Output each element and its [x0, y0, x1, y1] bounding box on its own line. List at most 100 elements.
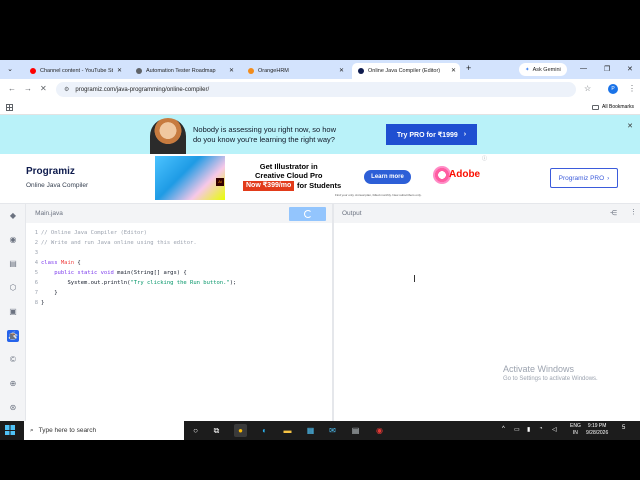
task-view-icon[interactable]: ⧉ [210, 424, 223, 437]
activate-windows-subtitle: Go to Settings to activate Windows. [503, 376, 598, 382]
edge-icon[interactable]: ◐ [258, 424, 271, 437]
code-token: ); [229, 280, 237, 286]
output-label: Output [342, 210, 362, 217]
promo-text: Nobody is assessing you right now, so ho… [193, 125, 363, 145]
code-line: 4 class Main { [26, 258, 81, 268]
browser-window: ⌄ Channel content - YouTube St ✕ Automat… [0, 60, 640, 421]
javascript-icon[interactable]: ▣ [7, 306, 19, 318]
code-line: 8} [26, 298, 45, 308]
learn-more-button[interactable]: Learn more [364, 170, 411, 184]
tab-java-compiler[interactable]: Online Java Compiler (Editor) ✕ [352, 63, 460, 79]
minimize-icon[interactable]: — [580, 65, 587, 72]
line-number: 3 [34, 250, 38, 256]
code-token: public static void [54, 270, 118, 276]
close-icon[interactable]: ✕ [451, 67, 456, 74]
r-lang-icon[interactable]: ◉ [7, 234, 19, 246]
output-toolbar: Output ⋲ ⋮ [334, 204, 640, 223]
ad-headline: Get Illustrator in Creative Cloud Pro [255, 162, 323, 180]
language-indicator[interactable]: ENG IN [570, 423, 581, 437]
network-icon[interactable]: ▭ [514, 426, 520, 433]
volume-icon[interactable]: ◁ [552, 426, 557, 433]
tab-title: Channel content - YouTube St [40, 68, 114, 74]
line-number: 2 [34, 240, 38, 246]
close-icon[interactable]: ✕ [229, 67, 234, 74]
sql-icon[interactable]: ▤ [7, 258, 19, 270]
site-info-icon[interactable]: ⚙ [64, 86, 69, 93]
try-pro-button[interactable]: Try PRO for ₹1999 › [386, 124, 477, 145]
line-number: 8 [34, 300, 38, 306]
mail-icon[interactable]: ✉ [326, 424, 339, 437]
code-token: } [41, 290, 58, 296]
notification-count: 5 [622, 425, 626, 431]
tab-search-button[interactable]: ⌄ [4, 64, 16, 75]
close-icon[interactable]: ✕ [117, 67, 122, 74]
output-menu-icon[interactable]: ⋮ [630, 208, 637, 216]
csharp-icon[interactable]: ⊛ [7, 402, 19, 414]
code-editor[interactable]: 1// Online Java Compiler (Editor) 2// Wri… [26, 223, 332, 421]
tab-orangehrm[interactable]: OrangeHRM ✕ [242, 63, 348, 79]
taskbar-clock[interactable]: 9:19 PM 9/28/2026 [586, 423, 608, 437]
code-line: 5 public static void main(String[] args)… [26, 268, 187, 278]
tray-chevron-icon[interactable]: ^ [502, 426, 505, 432]
address-bar[interactable]: ⚙ programiz.com/java-programming/online-… [56, 82, 576, 97]
tab-roadmap[interactable]: Automation Tester Roadmap ✕ [130, 63, 238, 79]
tab-strip: ⌄ Channel content - YouTube St ✕ Automat… [0, 60, 640, 79]
run-button[interactable] [289, 207, 326, 221]
all-bookmarks-button[interactable]: All Bookmarks [592, 104, 634, 110]
bookmarks-bar: All Bookmarks [0, 100, 640, 115]
browser-menu-icon[interactable]: ⋮ [628, 84, 636, 93]
region-code: IN [572, 430, 578, 436]
code-line: 2// Write and run Java online using this… [26, 238, 197, 248]
advertisement[interactable]: Ai Get Illustrator in Creative Cloud Pro… [155, 156, 490, 200]
ask-gemini-button[interactable]: ✦ Ask Gemini [519, 63, 567, 76]
python-icon[interactable]: ◆ [7, 210, 19, 222]
notepad-icon[interactable]: ▤ [349, 424, 362, 437]
ad-price-badge: Now ₹399/mo [243, 181, 295, 191]
site-header: Programiz Online Java Compiler Ai Get Il… [0, 154, 640, 204]
taskbar-search-box[interactable]: ⌕ Type here to search [24, 421, 184, 440]
illustrator-logo-icon: Ai [216, 178, 224, 186]
code-token: // Write and run Java online using this … [41, 240, 197, 246]
stop-loading-icon[interactable]: ✕ [40, 84, 47, 93]
cortana-icon[interactable]: ○ [189, 424, 202, 437]
windows-start-icon[interactable] [5, 425, 15, 435]
file-tab-main-java[interactable]: Main.java [26, 204, 72, 223]
programiz-logo[interactable]: Programiz [26, 166, 75, 177]
kotlin-icon[interactable]: ◣ [7, 330, 19, 342]
ad-info-icon[interactable]: ⓘ [482, 155, 487, 162]
address-toolbar: ← → ✕ ⚙ programiz.com/java-programming/o… [0, 79, 640, 100]
back-arrow-icon[interactable]: ← [8, 84, 16, 93]
tab-title: OrangeHRM [258, 68, 289, 74]
notifications-icon[interactable]: 5 [622, 425, 625, 431]
wifi-icon[interactable]: ◔ [539, 426, 543, 432]
bookmark-star-icon[interactable]: ☆ [584, 84, 591, 93]
profile-avatar[interactable]: P [608, 84, 618, 94]
code-token: class [41, 260, 61, 266]
window-close-icon[interactable]: ✕ [627, 65, 633, 73]
apps-grid-icon[interactable] [6, 104, 13, 111]
url-text: programiz.com/java-programming/online-co… [75, 86, 210, 93]
programiz-pro-button[interactable]: Programiz PRO › [550, 168, 618, 188]
new-tab-button[interactable]: + [466, 63, 471, 73]
tab-youtube[interactable]: Channel content - YouTube St ✕ [24, 63, 126, 79]
forward-arrow-icon[interactable]: → [24, 84, 32, 93]
file-explorer-icon[interactable]: ▬ [281, 424, 294, 437]
battery-icon[interactable]: ▮ [527, 426, 530, 433]
html-icon[interactable]: ⬡ [7, 282, 19, 294]
chrome-icon[interactable]: ● [234, 424, 247, 437]
code-line: 6 System.out.println("Try clicking the R… [26, 278, 237, 288]
promo-line-1: Nobody is assessing you right now, so ho… [193, 125, 336, 134]
try-pro-label: Try PRO for ₹1999 [396, 131, 458, 139]
code-token: Main [60, 260, 75, 266]
close-icon[interactable]: ✕ [339, 67, 344, 74]
store-icon[interactable]: ▦ [304, 424, 317, 437]
ad-illustration [155, 156, 225, 200]
promo-close-icon[interactable]: ✕ [627, 122, 633, 130]
output-panel[interactable]: Activate Windows Go to Settings to activ… [334, 223, 640, 421]
share-icon[interactable]: ⋲ [610, 209, 617, 217]
recorder-icon[interactable]: ◉ [373, 424, 386, 437]
restore-icon[interactable]: ❐ [604, 65, 610, 73]
cpp-icon[interactable]: ⊕ [7, 378, 19, 390]
c-lang-icon[interactable]: © [7, 354, 19, 366]
